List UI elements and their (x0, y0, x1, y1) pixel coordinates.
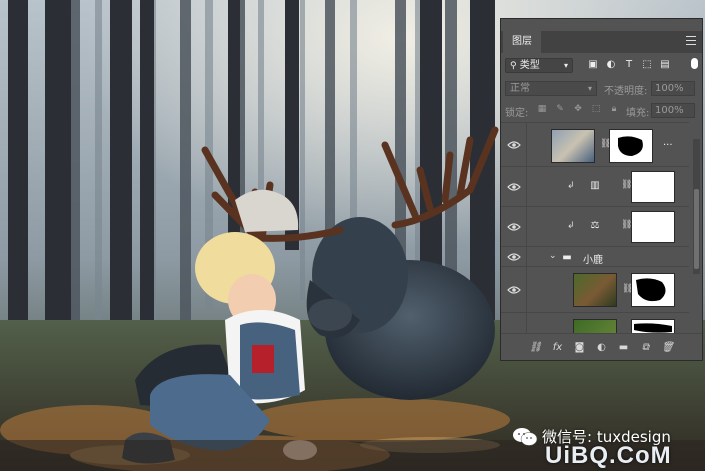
panel-menu-icon[interactable] (686, 36, 696, 48)
lock-image-icon[interactable]: ✎ (555, 104, 565, 114)
filter-type-label: 类型 (519, 60, 540, 71)
lock-label: 锁定: (505, 108, 529, 119)
folder-icon: ▬ (562, 251, 572, 263)
new-layer-icon[interactable]: ⧉ (639, 341, 652, 353)
filter-shape-icon[interactable]: ⬚ (641, 58, 653, 70)
layer-thumbnail[interactable] (573, 319, 617, 334)
blend-row: 正常 ▾ 不透明度: 100% (501, 79, 702, 99)
layer-row[interactable]: ⛓︎ ... (501, 122, 689, 166)
layers-panel: 图层 ⚲ 类型 ▾ ▣ ◐ T ⬚ ▤ 正常 ▾ 不透明度: 100% 锁定: … (500, 18, 703, 361)
lock-artboard-icon[interactable]: ⬚ (591, 104, 601, 114)
filter-type-icon[interactable]: T (623, 58, 635, 70)
fill-field[interactable]: 100% (651, 103, 695, 118)
chevron-down-icon: ▾ (587, 84, 592, 93)
layer-mask-thumbnail[interactable] (609, 129, 653, 163)
tab-layers[interactable]: 图层 (503, 31, 541, 53)
link-icon[interactable]: ⛓︎ (621, 180, 632, 192)
lock-transparent-icon[interactable]: ▦ (537, 104, 547, 114)
layer-row[interactable]: ⛓︎ (501, 266, 689, 312)
panel-bottom-toolbar: ⛓︎ fx ◙ ◐ ▬ ⧉ 🗑︎ (501, 333, 702, 360)
eye-icon[interactable] (507, 252, 521, 262)
wechat-icon (513, 427, 538, 446)
opacity-label: 不透明度: (604, 86, 648, 97)
trash-icon[interactable]: 🗑︎ (661, 341, 674, 353)
layer-filter-select[interactable]: ⚲ 类型 ▾ (505, 58, 573, 73)
lock-row: 锁定: ▦ ✎ ✥ ⬚ 🔒︎ 填充: 100% (501, 101, 702, 121)
layer-mask-thumbnail[interactable] (631, 273, 675, 307)
filter-row: ⚲ 类型 ▾ ▣ ◐ T ⬚ ▤ (501, 55, 702, 77)
blend-mode-value: 正常 (510, 83, 530, 94)
layer-more-text: ... (663, 137, 673, 148)
layer-style-fx-icon[interactable]: fx (551, 341, 564, 353)
link-layers-icon[interactable]: ⛓︎ (529, 341, 542, 353)
layers-list: ⛓︎ ... ↲ ▥ ⛓︎ ↲ ⚖︎ ⛓︎ ⌄ ▬ 小鹿 ⛓︎ (501, 122, 702, 334)
search-icon: ⚲ (510, 61, 517, 71)
layer-mask-thumbnail[interactable] (631, 211, 675, 243)
layers-scrollbar[interactable] (693, 139, 700, 274)
add-mask-icon[interactable]: ◙ (573, 341, 586, 353)
eye-icon[interactable] (507, 222, 521, 232)
eye-icon[interactable] (507, 140, 521, 150)
chevron-down-icon: ▾ (563, 61, 568, 70)
clipping-arrow-icon: ↲ (567, 221, 575, 231)
layer-thumbnail[interactable] (551, 129, 595, 163)
fill-label: 填充: (626, 108, 650, 119)
link-icon[interactable]: ⛓︎ (622, 284, 633, 296)
layer-mask-thumbnail[interactable] (631, 171, 675, 203)
lock-all-icon[interactable]: 🔒︎ (609, 104, 619, 114)
layer-row[interactable] (501, 312, 689, 334)
site-watermark: UiBQ.CoM (545, 442, 672, 469)
filter-toggle[interactable] (691, 58, 698, 69)
clipping-arrow-icon: ↲ (567, 181, 575, 191)
layer-thumbnail[interactable] (573, 273, 617, 307)
link-icon[interactable]: ⛓︎ (600, 139, 611, 151)
levels-adjustment-icon[interactable]: ▥ (589, 179, 601, 191)
new-group-icon[interactable]: ▬ (617, 341, 630, 353)
blend-mode-select[interactable]: 正常 ▾ (505, 81, 597, 96)
layer-row[interactable]: ↲ ⚖︎ ⛓︎ (501, 206, 689, 246)
opacity-field[interactable]: 100% (651, 81, 695, 96)
color-balance-icon[interactable]: ⚖︎ (589, 219, 601, 231)
filter-adjustment-icon[interactable]: ◐ (605, 58, 617, 70)
layer-row[interactable]: ↲ ▥ ⛓︎ (501, 166, 689, 206)
link-icon[interactable]: ⛓︎ (621, 220, 632, 232)
chevron-down-icon[interactable]: ⌄ (549, 251, 557, 261)
panel-tab-row: 图层 (501, 31, 702, 53)
eye-icon[interactable] (507, 182, 521, 192)
filter-smart-object-icon[interactable]: ▤ (659, 58, 671, 70)
scrollbar-thumb[interactable] (694, 189, 699, 269)
filter-pixel-icon[interactable]: ▣ (587, 58, 599, 70)
eye-icon[interactable] (507, 285, 521, 295)
new-adjustment-icon[interactable]: ◐ (595, 341, 608, 353)
lock-position-icon[interactable]: ✥ (573, 104, 583, 114)
layer-mask-thumbnail[interactable] (631, 319, 675, 334)
layer-group-row[interactable]: ⌄ ▬ 小鹿 (501, 246, 689, 266)
group-name[interactable]: 小鹿 (583, 251, 603, 266)
